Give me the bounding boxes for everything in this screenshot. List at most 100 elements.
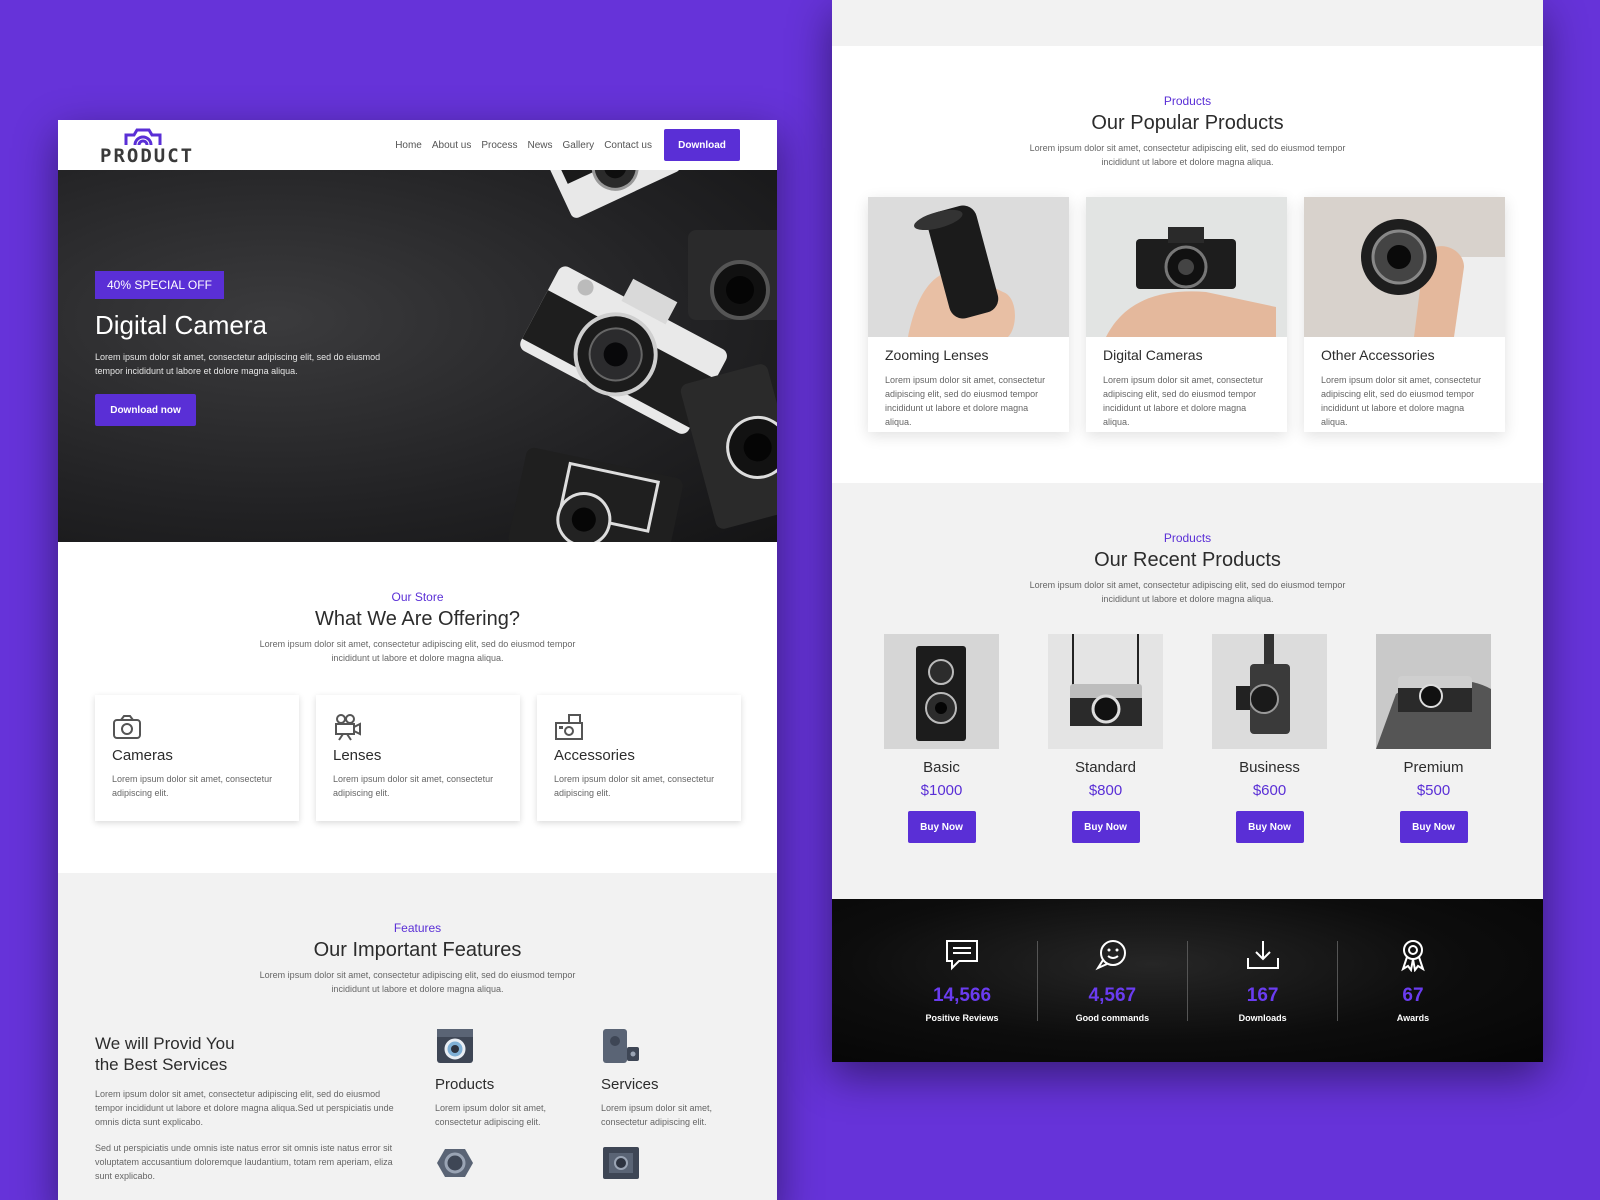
- store-subtitle: Lorem ipsum dolor sit amet, consectetur …: [259, 639, 576, 663]
- accessory-photo: [1304, 197, 1505, 337]
- card-title: Digital Cameras: [1103, 347, 1203, 363]
- download-button[interactable]: Download: [664, 129, 740, 161]
- store-header: Our Store What We Are Offering? Lorem ip…: [58, 590, 777, 665]
- popular-header: Products Our Popular Products Lorem ipsu…: [832, 94, 1543, 169]
- store-title: What We Are Offering?: [315, 608, 520, 630]
- features-paragraph-2: Sed ut perspiciatis unde omnis iste natu…: [95, 1143, 393, 1181]
- features-section: Features Our Important Features Lorem ip…: [58, 873, 777, 1200]
- card-title: Accessories: [554, 747, 635, 764]
- feature-services: Services Lorem ipsum dolor sit amet, con…: [601, 1025, 751, 1129]
- store-card-cameras[interactable]: Cameras Lorem ipsum dolor sit amet, cons…: [95, 695, 299, 821]
- stat-reviews: 14,566 Positive Reviews: [912, 938, 1012, 1023]
- product-standard: Standard $800 Buy Now: [1048, 634, 1163, 843]
- feature-products: Products Lorem ipsum dolor sit amet, con…: [435, 1025, 585, 1129]
- product-premium: Premium $500 Buy Now: [1376, 634, 1491, 843]
- stat-label: Good commands: [1075, 1013, 1150, 1023]
- top-strip: [832, 0, 1543, 46]
- popular-subtitle: Lorem ipsum dolor sit amet, consectetur …: [1029, 143, 1346, 167]
- stat-awards: 67 Awards: [1363, 938, 1463, 1023]
- product-basic: Basic $1000 Buy Now: [884, 634, 999, 843]
- product-photo: [1376, 634, 1491, 749]
- feature-title: Products: [435, 1076, 495, 1093]
- camera-photo: [1086, 197, 1287, 337]
- stat-value: 67: [1402, 985, 1424, 1006]
- feature-title: Services: [601, 1076, 659, 1093]
- video-camera-icon: [333, 713, 503, 743]
- features-eyebrow: Features: [393, 921, 442, 935]
- product-photo: [1212, 634, 1327, 749]
- nav-home[interactable]: Home: [395, 140, 422, 151]
- product-photo: [884, 634, 999, 749]
- spotlight-icon: [437, 1149, 473, 1177]
- features-heading-line1: We will Provid You: [95, 1034, 235, 1053]
- recent-eyebrow: Products: [1163, 531, 1212, 545]
- card-text: Lorem ipsum dolor sit amet, consectetur …: [885, 375, 1046, 427]
- chat-icon: [946, 940, 978, 971]
- smile-chat-icon: [1095, 940, 1127, 971]
- features-header: Features Our Important Features Lorem ip…: [58, 921, 777, 996]
- popular-card-lenses[interactable]: Zooming Lenses Lorem ipsum dolor sit ame…: [868, 197, 1069, 432]
- stat-divider: [1037, 941, 1038, 1021]
- feature-text: Lorem ipsum dolor sit amet, consectetur …: [601, 1103, 713, 1127]
- features-intro: We will Provid You the Best Services Lor…: [95, 1033, 405, 1183]
- card-text: Lorem ipsum dolor sit amet, consectetur …: [112, 774, 273, 798]
- stat-value: 14,566: [932, 985, 992, 1006]
- recent-title: Our Recent Products: [1094, 549, 1281, 571]
- nav-gallery[interactable]: Gallery: [563, 140, 595, 151]
- store-eyebrow: Our Store: [391, 590, 444, 604]
- product-business: Business $600 Buy Now: [1212, 634, 1327, 843]
- hero-banner: 40% SPECIAL OFF Digital Camera Lorem ips…: [58, 170, 777, 542]
- card-text: Lorem ipsum dolor sit amet, consectetur …: [1103, 375, 1264, 427]
- card-title: Other Accessories: [1321, 347, 1435, 363]
- lens-photo: [868, 197, 1069, 337]
- download-now-button[interactable]: Download now: [95, 394, 196, 426]
- features-heading: We will Provid You the Best Services: [95, 1033, 405, 1075]
- store-cards: Cameras Lorem ipsum dolor sit amet, cons…: [58, 695, 777, 821]
- card-title: Cameras: [112, 747, 173, 764]
- popular-cards: Zooming Lenses Lorem ipsum dolor sit ame…: [832, 197, 1543, 432]
- nav-process[interactable]: Process: [481, 140, 517, 151]
- logo-text: PRODUCT: [100, 145, 195, 167]
- navbar: PRODUCT Home About us Process News Galle…: [58, 120, 777, 170]
- product-price: $600: [1252, 782, 1287, 799]
- buy-now-button[interactable]: Buy Now: [1071, 811, 1140, 843]
- hero-text: Lorem ipsum dolor sit amet, consectetur …: [95, 352, 381, 376]
- features-heading-line2: the Best Services: [95, 1055, 228, 1074]
- stat-label: Positive Reviews: [925, 1013, 999, 1023]
- features-subtitle: Lorem ipsum dolor sit amet, consectetur …: [259, 970, 576, 994]
- nav-contact[interactable]: Contact us: [604, 140, 652, 151]
- polaroid-icon: [554, 713, 724, 743]
- product-name: Standard: [1075, 759, 1136, 776]
- stat-downloads: 167 Downloads: [1213, 938, 1313, 1023]
- stat-divider: [1337, 941, 1338, 1021]
- stat-value: 4,567: [1088, 985, 1137, 1006]
- stat-commands: 4,567 Good commands: [1062, 938, 1162, 1023]
- logo[interactable]: PRODUCT: [100, 123, 192, 167]
- popular-card-cameras[interactable]: Digital Cameras Lorem ipsum dolor sit am…: [1086, 197, 1287, 432]
- landing-page-right: Products Our Popular Products Lorem ipsu…: [832, 0, 1543, 1062]
- popular-card-accessories[interactable]: Other Accessories Lorem ipsum dolor sit …: [1304, 197, 1505, 432]
- nav-news[interactable]: News: [527, 140, 552, 151]
- hero-title: Digital Camera: [95, 310, 267, 340]
- buy-now-button[interactable]: Buy Now: [1235, 811, 1304, 843]
- card-text: Lorem ipsum dolor sit amet, consectetur …: [554, 774, 715, 798]
- special-offer-badge: 40% SPECIAL OFF: [95, 271, 224, 299]
- card-text: Lorem ipsum dolor sit amet, consectetur …: [333, 774, 494, 798]
- store-card-accessories[interactable]: Accessories Lorem ipsum dolor sit amet, …: [537, 695, 741, 821]
- main-menu: Home About us Process News Gallery Conta…: [395, 140, 652, 151]
- stat-label: Awards: [1396, 1013, 1430, 1023]
- buy-now-button[interactable]: Buy Now: [907, 811, 976, 843]
- buy-now-button[interactable]: Buy Now: [1399, 811, 1468, 843]
- store-card-lenses[interactable]: Lenses Lorem ipsum dolor sit amet, conse…: [316, 695, 520, 821]
- speaker-icon: [603, 1029, 639, 1063]
- camera-logo-icon: [124, 128, 162, 146]
- cameras-image: [508, 170, 777, 542]
- product-name: Basic: [923, 759, 960, 776]
- landing-page-left: PRODUCT Home About us Process News Galle…: [58, 120, 777, 1200]
- card-text: Lorem ipsum dolor sit amet, consectetur …: [1321, 375, 1482, 427]
- tv-camera-icon: [603, 1147, 639, 1179]
- stats-bar: 14,566 Positive Reviews 4,567 Good comma…: [832, 899, 1543, 1062]
- card-title: Lenses: [333, 747, 382, 764]
- nav-about[interactable]: About us: [432, 140, 471, 151]
- product-name: Premium: [1403, 759, 1464, 776]
